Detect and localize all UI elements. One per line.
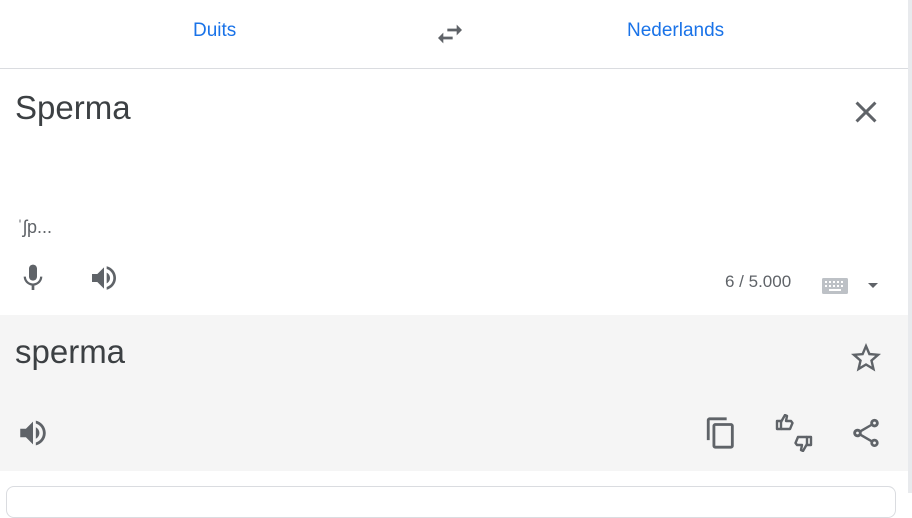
- star-outline-icon[interactable]: [848, 340, 884, 376]
- arrow-drop-down-icon[interactable]: [866, 278, 880, 292]
- share-icon[interactable]: [849, 416, 883, 450]
- source-language-button[interactable]: Duits: [193, 20, 236, 42]
- swap-languages-icon[interactable]: [434, 18, 466, 50]
- volume-up-icon[interactable]: [16, 416, 50, 450]
- source-panel: Sperma ˈʃp... 6 / 5.000: [0, 69, 908, 315]
- keyboard-icon[interactable]: [822, 278, 848, 294]
- thumbs-up-down-icon[interactable]: [774, 414, 814, 452]
- scrollbar-track[interactable]: [908, 0, 912, 493]
- source-text-input[interactable]: Sperma: [15, 89, 131, 127]
- next-card: [6, 486, 896, 518]
- target-panel: sperma: [0, 315, 908, 471]
- language-bar: Duits Nederlands: [0, 0, 908, 69]
- source-transliteration: ˈʃp...: [17, 217, 53, 237]
- close-icon[interactable]: [848, 94, 884, 130]
- microphone-icon[interactable]: [17, 262, 49, 294]
- translation-output: sperma: [15, 333, 126, 370]
- copy-icon[interactable]: [704, 416, 738, 450]
- target-language-button[interactable]: Nederlands: [627, 20, 724, 42]
- character-count: 6 / 5.000: [725, 272, 792, 291]
- volume-up-icon[interactable]: [88, 262, 120, 294]
